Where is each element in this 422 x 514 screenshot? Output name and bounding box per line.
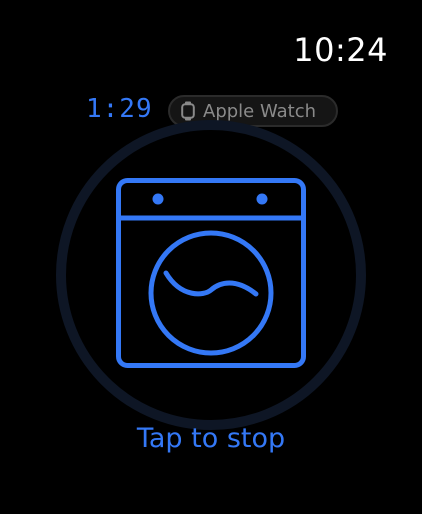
stop-button[interactable] <box>56 120 366 430</box>
washing-machine-icon <box>116 178 306 368</box>
tap-to-stop-label: Tap to stop <box>136 423 286 454</box>
watch-icon <box>181 101 195 121</box>
device-label: Apple Watch <box>203 100 317 122</box>
status-bar-time: 10:24 <box>293 31 388 69</box>
elapsed-timer: 1:29 <box>86 94 153 124</box>
